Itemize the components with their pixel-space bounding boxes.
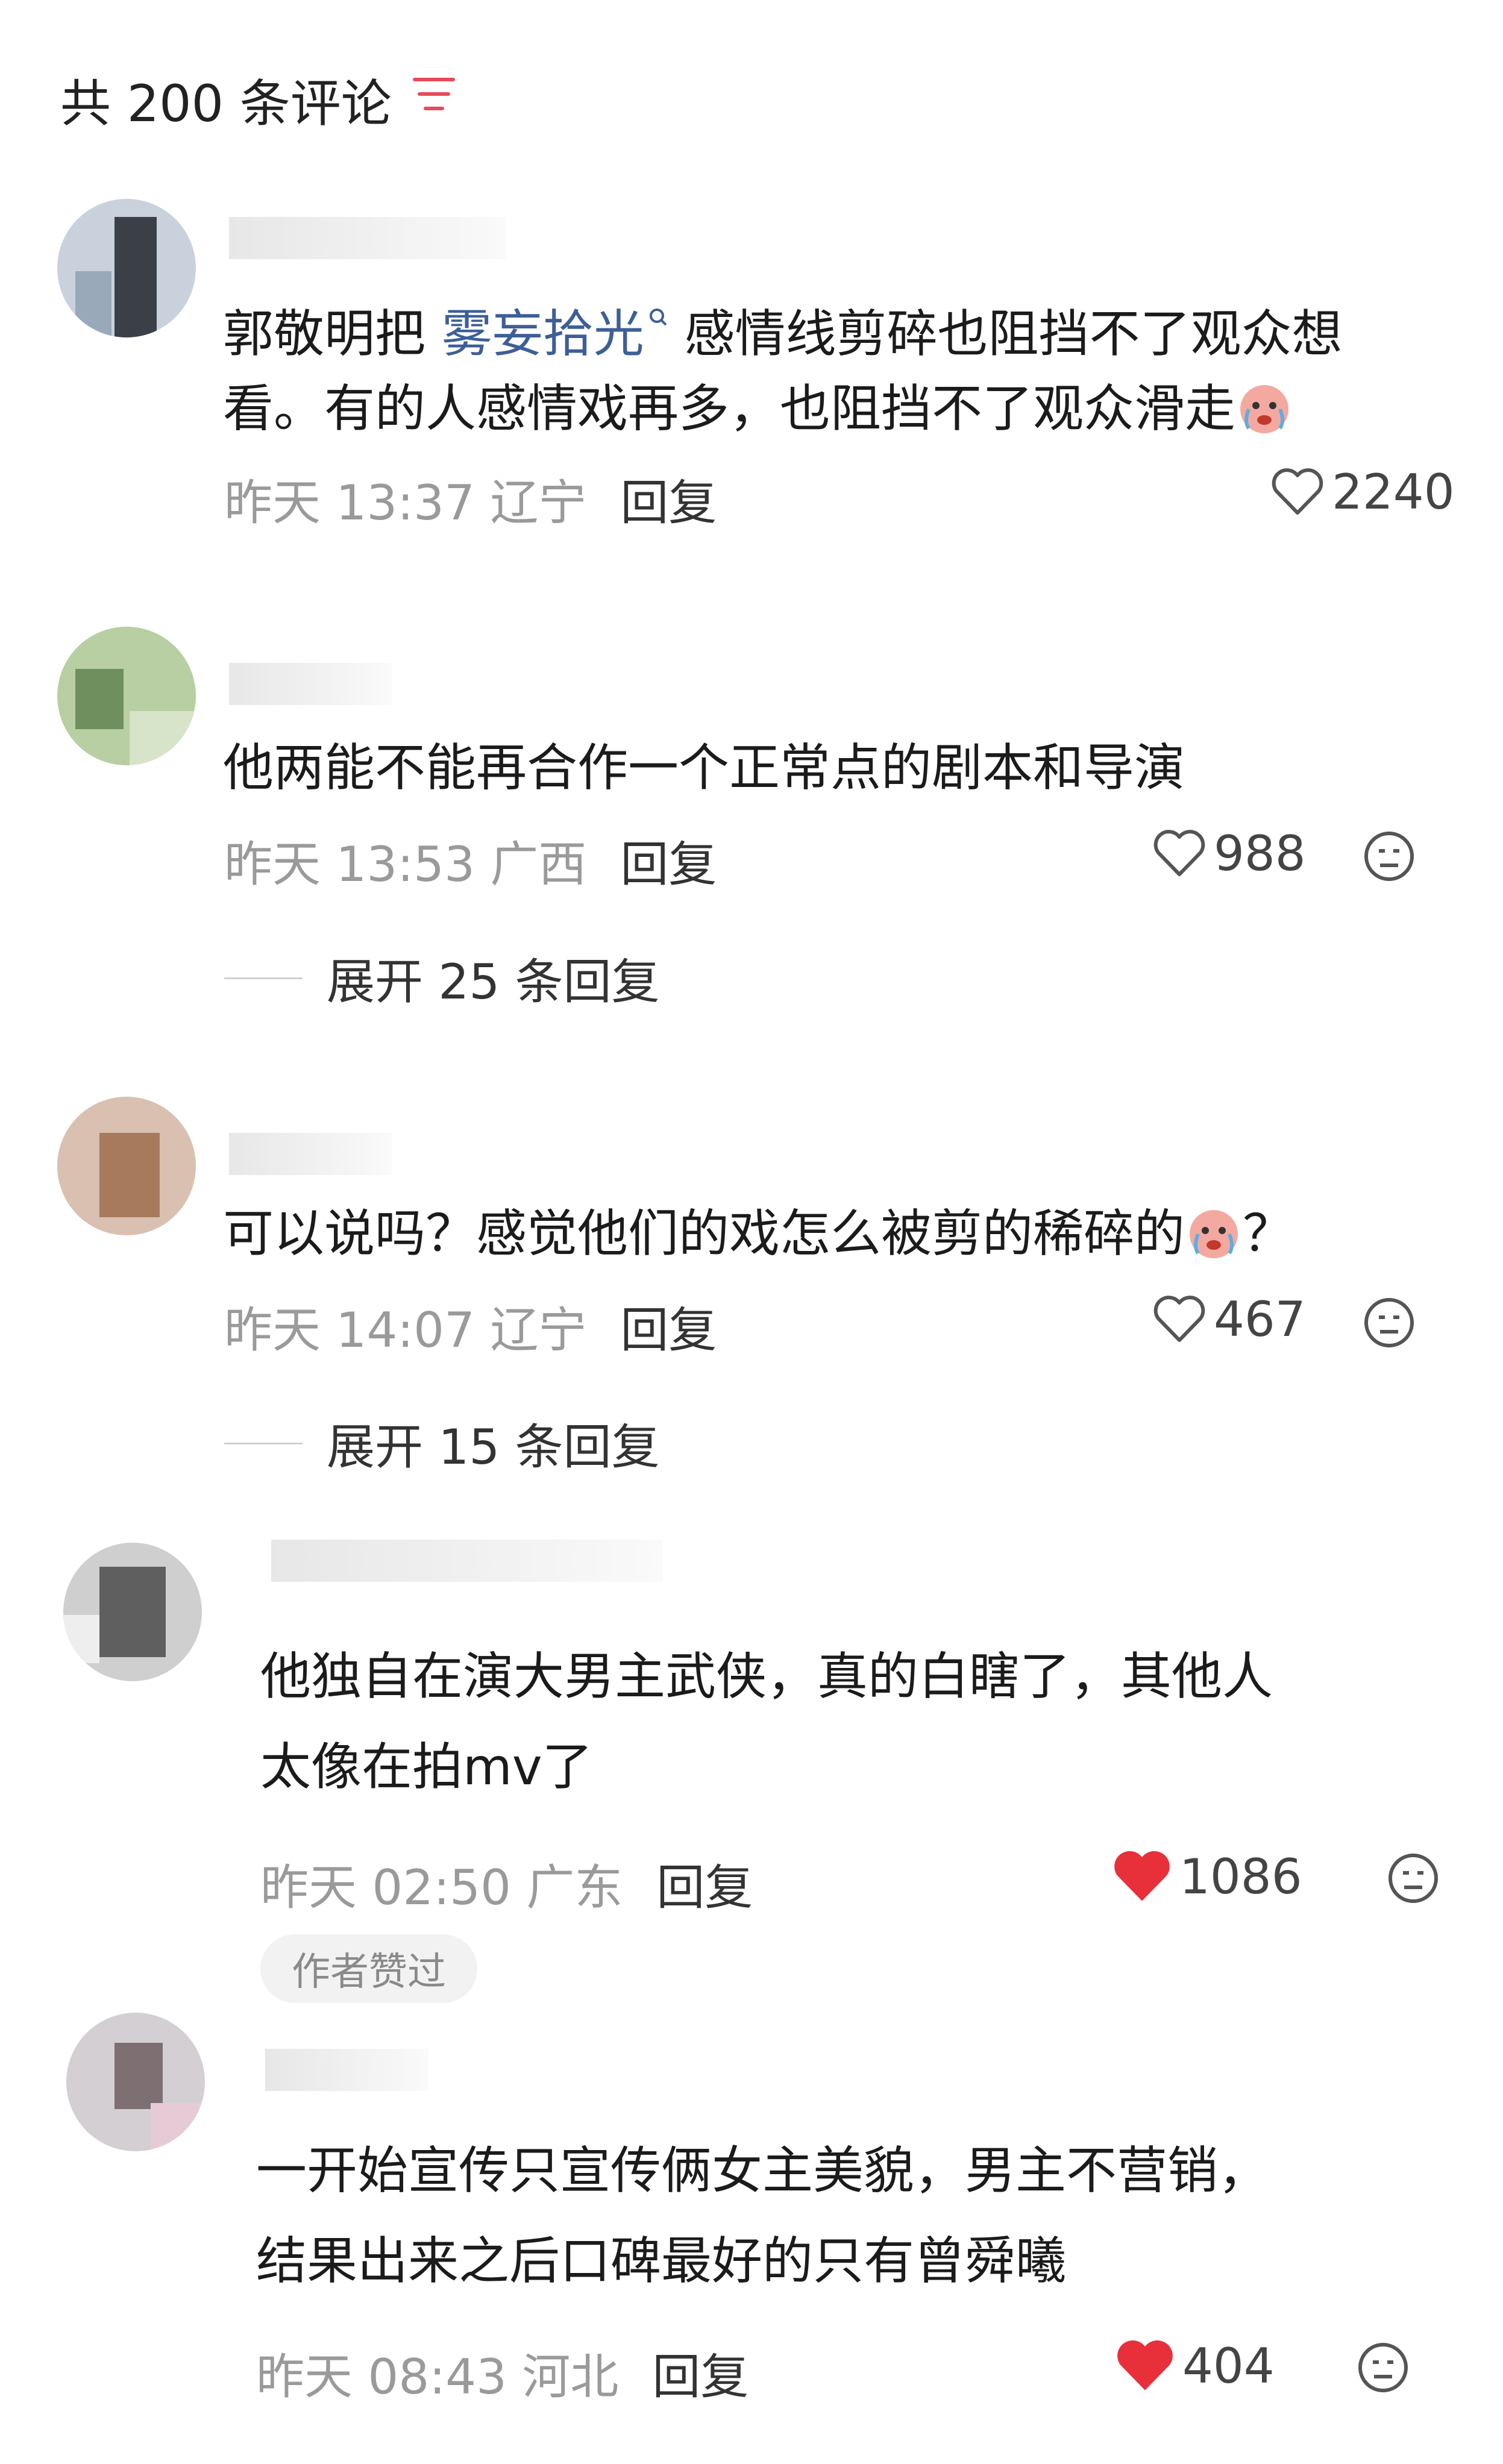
comment-text: 太像在拍mv了 [260, 1737, 593, 1796]
heart-icon [1272, 468, 1323, 515]
avatar[interactable] [66, 2013, 205, 2151]
comment-text: 他两能不能再合作一个正常点的剧本和导演 [223, 738, 1185, 797]
reply-button[interactable]: 回复 [656, 1860, 753, 1916]
neutral-face-icon[interactable] [1362, 1296, 1416, 1350]
like-button[interactable]: 467 [1152, 1291, 1306, 1347]
comment-text: 一开始宣传只宣传俩女主美貌，男主不营销， [256, 2141, 1269, 2200]
crying-face-emoji [1190, 1210, 1238, 1258]
username-blurred[interactable] [229, 217, 506, 259]
filter-lines-icon[interactable] [410, 71, 458, 117]
avatar[interactable] [57, 1097, 196, 1235]
comment-text: 郭敬明把 雾妄拾光 感情线剪碎也阻挡不了观众想 [223, 304, 1343, 363]
comment-text: 结果出来之后口碑最好的只有曾舜曦 [256, 2231, 1067, 2290]
like-button[interactable]: 1086 [1112, 1849, 1302, 1905]
comment-text: 看。有的人感情戏再多，也阻挡不了观众滑走 [223, 371, 1293, 446]
reply-button[interactable]: 回复 [620, 475, 717, 531]
comment-count-title: 共 200 条评论 [60, 74, 392, 133]
comment-meta: 昨天 14:07 辽宁 回复 [224, 1302, 717, 1358]
username-blurred[interactable] [265, 2049, 428, 2091]
heart-icon [1153, 1295, 1205, 1342]
reply-button[interactable]: 回复 [620, 1302, 717, 1358]
divider [224, 1442, 303, 1444]
expand-replies-button[interactable]: 展开 25 条回复 [224, 943, 660, 1013]
comment-meta: 昨天 02:50 广东 回复 [260, 1860, 753, 1916]
username-blurred[interactable] [271, 1540, 663, 1582]
heart-filled-icon [1114, 1851, 1170, 1901]
search-icon [649, 309, 667, 326]
comment-meta: 昨天 08:43 河北 回复 [256, 2349, 749, 2405]
comment-text: 他独自在演大男主武侠，真的白瞎了，其他人 [260, 1647, 1273, 1706]
neutral-face-icon[interactable] [1362, 829, 1416, 883]
divider [224, 977, 303, 979]
author-liked-badge: 作者赞过 [260, 1934, 477, 2003]
comment-meta: 昨天 13:37 辽宁 回复 [224, 475, 717, 531]
reply-button[interactable]: 回复 [620, 836, 717, 892]
avatar[interactable] [57, 199, 196, 337]
heart-icon [1153, 829, 1205, 876]
neutral-face-icon[interactable] [1386, 1851, 1440, 1905]
username-blurred[interactable] [229, 1133, 392, 1175]
username-blurred[interactable] [229, 663, 392, 705]
drama-link[interactable]: 雾妄拾光 [442, 304, 668, 363]
like-button[interactable]: 988 [1152, 826, 1306, 882]
comment-text: 可以说吗？感觉他们的戏怎么被剪的稀碎的？ [223, 1204, 1294, 1263]
comment-meta: 昨天 13:53 广西 回复 [224, 836, 717, 892]
heart-filled-icon [1117, 2340, 1173, 2390]
avatar[interactable] [57, 627, 196, 765]
crying-face-emoji [1240, 385, 1289, 433]
expand-replies-button[interactable]: 展开 15 条回复 [224, 1408, 660, 1478]
neutral-face-icon[interactable] [1356, 2340, 1410, 2395]
like-button[interactable]: 404 [1115, 2338, 1275, 2394]
like-button[interactable]: 2240 [1270, 464, 1455, 520]
avatar[interactable] [63, 1543, 202, 1681]
reply-button[interactable]: 回复 [652, 2349, 748, 2405]
